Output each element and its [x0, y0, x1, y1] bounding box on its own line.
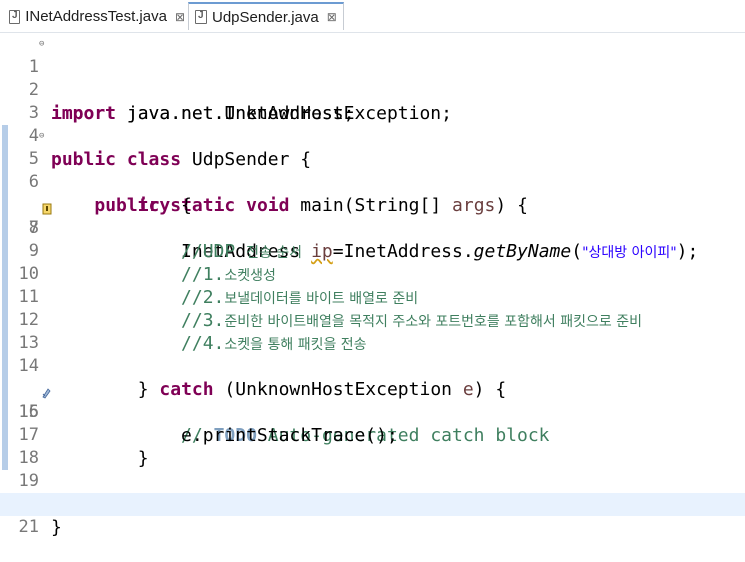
code-line: 18: [0, 424, 745, 468]
code-line: 8 //UDP 전송 순서: [0, 194, 745, 262]
code-line: 11 //3.준비한 바이트배열을 목적지 주소와 포트번호를 포함해서 패킷으…: [0, 263, 745, 331]
code-editor[interactable]: 1 ⊖ import java.net.InetAddress; 2 impor…: [0, 33, 745, 539]
tab-udpsender[interactable]: UdpSender.java ⊠: [188, 2, 344, 30]
code-line: 13: [0, 309, 745, 353]
code-line: 19 }: [0, 447, 745, 515]
code-line: 20 }: [0, 470, 745, 538]
code-line: 10 //2.보낼데이터를 바이트 배열로 준비: [0, 240, 745, 308]
fold-icon[interactable]: ⊖: [39, 131, 44, 141]
java-file-icon: [9, 9, 21, 24]
close-tab-icon[interactable]: ⊠: [327, 10, 337, 24]
code-line: 9 //1.소켓생성: [0, 217, 745, 285]
fold-icon[interactable]: ⊖: [39, 39, 44, 49]
java-file-icon: [195, 10, 207, 24]
code-line: 1 ⊖ import java.net.InetAddress;: [0, 33, 745, 124]
code-line: 4 public class UdpSender {: [0, 102, 745, 170]
line-number: 21: [8, 516, 39, 539]
code-line: 14 } catch (UnknownHostException e) {: [0, 332, 745, 400]
code-line: 2 import java.net.UnknownHostException;: [0, 56, 745, 124]
code-line: 12 //4.소켓을 통해 패킷을 전송: [0, 286, 745, 354]
tab-label: UdpSender.java: [212, 8, 319, 26]
current-code-line[interactable]: 21: [0, 493, 745, 539]
code-line: 6 try {: [0, 148, 745, 216]
code-line: 16 e.printStackTrace();: [0, 378, 745, 446]
code-line: 17 }: [0, 401, 745, 469]
editor-tab-bar: INetAddressTest.java ⊠ UdpSender.java ⊠: [0, 0, 745, 33]
code-line: 3: [0, 79, 745, 123]
code-text: }: [51, 517, 62, 538]
close-tab-icon[interactable]: ⊠: [175, 10, 185, 24]
code-line: 7 InetAddress ip=InetAddress.getByName("…: [0, 171, 745, 262]
tab-label: INetAddressTest.java: [25, 8, 167, 25]
code-line: 5 ⊖ public static void main(String[] arg…: [0, 125, 745, 216]
tab-inetaddresstest[interactable]: INetAddressTest.java ⊠: [2, 2, 186, 30]
code-line: 15 // TODO Auto-generated catch block: [0, 355, 745, 446]
